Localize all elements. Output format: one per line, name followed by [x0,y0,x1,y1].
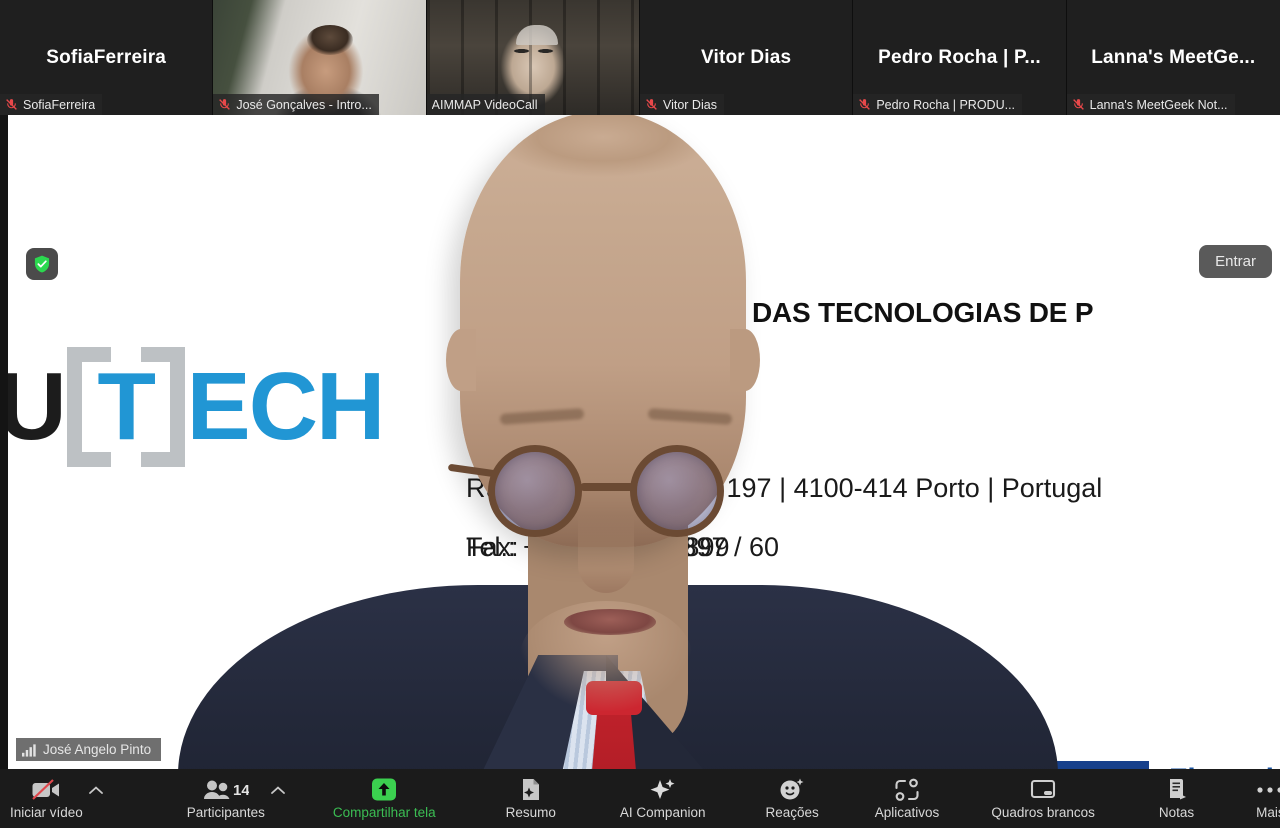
toolbar-button-summary[interactable]: Resumo [500,769,562,828]
participant-name-bar: Vitor Dias [639,94,724,115]
toolbar-button-ai-companion[interactable]: AI Companion [614,769,712,828]
share-screen-icon [370,777,398,802]
participants-icon: 14 [203,777,249,802]
toolbar-label-summary: Resumo [505,805,556,820]
participant-name-label: Pedro Rocha | PRODU... [876,97,1016,112]
active-speaker-name-label: José Angelo Pinto [43,742,152,757]
toolbar-label-participants: Participantes [186,805,265,820]
european-union-flag: ★★★★★★★★★★★★ [1007,761,1149,769]
zoom-meeting-window: SofiaFerreira SofiaFerreira José Gonçalv… [0,0,1280,828]
mic-muted-icon [646,99,657,110]
toolbar-button-notes[interactable]: Notas [1153,769,1200,828]
participant-thumbnail[interactable]: José Gonçalves - Intro... [213,0,427,115]
toolbar-button-whiteboards[interactable]: Quadros brancos [985,769,1101,828]
mic-muted-icon [1072,99,1084,110]
toolbar-label-more: Mais [1256,805,1280,820]
speaker-necktie [582,695,646,769]
toolbar-button-reactions[interactable]: Reações [759,769,824,828]
mic-muted-icon [859,99,871,110]
reactions-smiley-icon [779,777,805,802]
active-speaker-name-bar: José Angelo Pinto [16,738,162,761]
suit-lapel-right [606,655,802,769]
video-options-chevron-up-icon[interactable] [88,769,103,828]
toolbar-button-more[interactable]: Mais [1250,769,1280,828]
meeting-control-bar: Iniciar vídeo 14 Participantes Compartil… [0,769,1280,828]
logo-letter-t: T [97,353,156,460]
mic-muted-icon [219,99,231,110]
toolbar-label-whiteboards: Quadros brancos [991,805,1095,820]
toolbar-label-ai-companion: AI Companion [619,805,706,820]
participant-thumbnail[interactable]: Lanna's MeetGe... Lanna's MeetGeek Not..… [1066,0,1280,115]
svg-text:14: 14 [233,782,249,799]
toolbar-button-apps[interactable]: Aplicativos [869,769,946,828]
eu-funding-text: Financiado pela União Europeia NextGener… [1169,761,1280,769]
toolbar-label-notes: Notas [1158,805,1195,820]
participants-options-chevron-up-icon[interactable] [270,769,285,828]
participant-name-bar: Lanna's MeetGeek Not... [1066,94,1235,115]
speaker-ear-left [446,329,476,391]
produtech-logo: DU T ECH [8,347,386,467]
participant-thumbnail[interactable]: SofiaFerreira SofiaFerreira [0,0,214,115]
slide-email-value: produtech@produtech.org [548,591,863,621]
security-shield-check-icon[interactable] [26,248,58,280]
toolbar-label-start-video: Iniciar vídeo [10,805,83,820]
toolbar-label-reactions: Reações [765,805,819,820]
slide-email-row: Email: produtech@produtech.org [466,591,863,622]
slide-heading: PRODUTECH - POLO DAS TECNOLOGIAS DE P [466,297,1094,328]
participant-name-label: Vitor Dias [662,97,717,112]
logo-text-dark: DU [8,359,67,455]
slide-email-label: Email: [466,591,542,621]
eu-funding-block: ★★★★★★★★★★★★ Financiado pela União Europ… [1007,761,1280,769]
speaker-eyebrow-left [499,408,585,425]
participant-thumbnail[interactable]: Pedro Rocha | P... Pedro Rocha | PRODU..… [853,0,1067,115]
participant-name-label: José Gonçalves - Intro... [236,97,372,112]
toolbar-button-share-screen[interactable]: Compartilhar tela [327,769,442,828]
notes-icon [1165,777,1189,802]
speaker-eyebrow-right [647,408,733,425]
active-speaker-stage[interactable]: DU T ECH PRODUTECH - POLO DAS TECNOLOGIA… [0,115,1280,769]
enter-button[interactable]: Entrar [1199,245,1272,278]
toolbar-label-share-screen: Compartilhar tela [332,805,436,820]
toolbar-button-participants[interactable]: 14 Participantes [181,769,271,828]
network-signal-icon [22,743,36,757]
logo-bracket-mark: T [66,347,185,467]
more-ellipsis-icon [1256,777,1280,802]
video-off-icon [31,777,61,802]
participant-name-bar: AIMMAP VideoCall [426,94,545,115]
mic-muted-icon [6,99,17,110]
toolbar-label-apps: Aplicativos [874,805,940,820]
slide-address: Rua dos Plátanos, nº 197 | 4100-414 Port… [466,473,1103,503]
toolbar-button-start-video[interactable]: Iniciar vídeo [4,769,89,828]
ai-sparkle-icon [649,777,677,802]
shield-check-glyph [34,255,50,273]
participant-name-bar: José Gonçalves - Intro... [213,94,379,115]
necktie-knot [586,681,642,715]
participant-name-bar: SofiaFerreira [0,94,103,115]
whiteboard-icon [1030,777,1056,802]
summary-doc-icon [519,777,543,802]
shared-slide-content: DU T ECH PRODUTECH - POLO DAS TECNOLOGIA… [8,115,1280,769]
logo-text-blue: ECH [186,353,386,460]
participant-thumbnail[interactable]: Vitor Dias Vitor Dias [639,0,854,115]
participant-name-label: AIMMAP VideoCall [431,97,538,112]
participant-name-bar: Pedro Rocha | PRODU... [853,94,1023,115]
apps-icon [894,777,920,802]
speaker-shirt [538,671,686,769]
participant-thumbnail[interactable]: AIMMAP VideoCall [426,0,640,115]
suit-lapel-left [428,655,618,769]
participant-name-label: SofiaFerreira [23,97,96,112]
speaker-ear-right [730,329,760,391]
slide-fax: Fax: +351 226166899 [466,532,730,562]
participant-filmstrip: SofiaFerreira SofiaFerreira José Gonçalv… [0,0,1280,115]
participant-name-label: Lanna's MeetGeek Not... [1089,97,1228,112]
